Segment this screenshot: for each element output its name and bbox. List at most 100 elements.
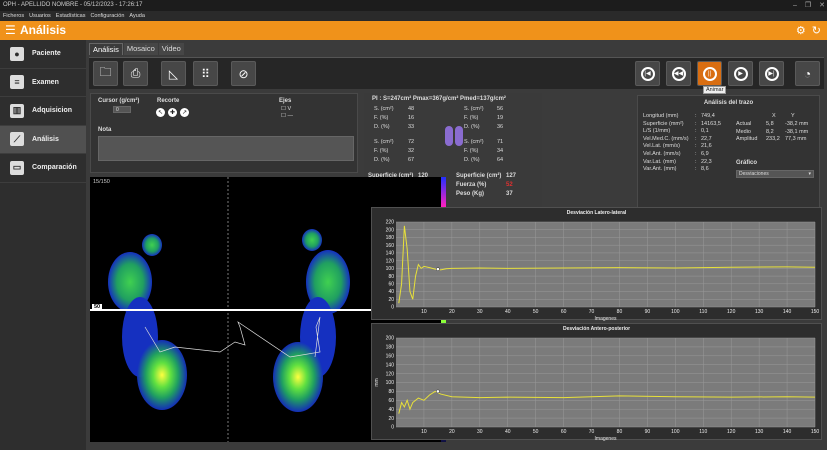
step-back-button[interactable]: ◀◀	[666, 61, 691, 86]
cut-mode-3-icon[interactable]: ↗	[180, 108, 189, 117]
refresh-icon[interactable]: ↻	[812, 24, 821, 37]
x-tick-label: 90	[645, 309, 651, 315]
x-tick-label: 110	[699, 309, 707, 315]
x-tick-label: 90	[645, 429, 651, 435]
ejes-v-checkbox[interactable]: ☐ V	[281, 106, 291, 112]
print-button[interactable]: ⎙	[123, 61, 148, 86]
x-tick-label: 120	[727, 429, 736, 435]
xy-label: Actual	[736, 121, 752, 127]
minimize-button[interactable]: –	[793, 0, 797, 11]
sidebar-item-examen[interactable]: ≡ Examen	[0, 69, 86, 97]
y-tick-label: 220	[386, 220, 395, 226]
y-tick-label: 100	[386, 380, 395, 386]
tab-video[interactable]: Video	[158, 43, 184, 55]
folder-icon: ▭	[10, 160, 24, 175]
trace-value: 22,3	[701, 158, 712, 165]
right-toe-region	[302, 229, 322, 251]
gauge-button[interactable]: ◔	[795, 61, 820, 86]
close-button[interactable]: ✕	[819, 0, 825, 11]
x-tick-label: 30	[477, 429, 483, 435]
open-folder-button[interactable]: 🗀	[93, 61, 118, 86]
tab-bar: Análisis Mosaico Video	[89, 43, 184, 55]
stat-value: 32	[408, 148, 415, 154]
sidebar-item-comparacion[interactable]: ▭ Comparación	[0, 154, 86, 183]
page-title: Análisis	[20, 23, 67, 37]
xy-value: -38,1 mm	[785, 128, 809, 135]
cursor-marker[interactable]	[436, 267, 440, 271]
tooltip: Animar	[703, 86, 727, 94]
window-title: OPH - APELLIDO NOMBRE - 05/12/2023 - 17:…	[3, 2, 143, 8]
skip-forward-button[interactable]: ▶|	[759, 61, 784, 86]
trace-label: Vel.Lat. (mm/s)	[643, 143, 680, 150]
nota-label: Nota	[98, 127, 112, 133]
ejes-h-checkbox[interactable]: ☐ —	[281, 113, 293, 119]
level-marker[interactable]: 50	[92, 304, 103, 310]
tab-analisis[interactable]: Análisis	[89, 43, 123, 55]
pause-button[interactable]: ||	[697, 61, 722, 86]
stat-value: 56	[497, 106, 504, 112]
x-tick-label: 10	[421, 309, 427, 315]
x-tick-label: 130	[755, 309, 764, 315]
pause-icon: ||	[702, 66, 717, 81]
x-axis-label: Imagenes	[595, 436, 617, 441]
menu-ayuda[interactable]: Ayuda	[129, 11, 145, 21]
y-tick-label: 120	[386, 258, 395, 264]
app-header: ☰ Análisis ⚙ ↻	[0, 21, 827, 40]
left-heel-region	[137, 340, 187, 410]
window-titlebar: OPH - APELLIDO NOMBRE - 05/12/2023 - 17:…	[0, 0, 827, 11]
x-tick-label: 60	[561, 309, 567, 315]
stat-label: Fuerza (%)	[456, 182, 487, 188]
acquisition-icon: ▥	[10, 103, 24, 118]
x-tick-label: 50	[533, 309, 539, 315]
sidebar-item-adquisicion[interactable]: ▥ Adquisicion	[0, 97, 86, 126]
grafico-select[interactable]: Desviaciones ▾	[736, 170, 814, 178]
menu-estadisticas[interactable]: Estadísticas	[56, 11, 86, 21]
x-tick-label: 140	[783, 429, 792, 435]
trace-label: Vel.Med.C. (mm/s)	[643, 135, 689, 142]
trace-separator: :	[695, 151, 697, 157]
y-tick-label: 180	[386, 235, 395, 241]
ruler-button[interactable]: ◺	[161, 61, 186, 86]
stat-value: 19	[497, 115, 504, 121]
xy-value: 8,2	[766, 128, 774, 135]
maximize-button[interactable]: ❐	[805, 0, 811, 11]
controls-panel: Cursor (g/cm²) 0 Recorte ↖ ✚ ↗ Ejes ☐ V …	[90, 93, 358, 173]
stat-value: 33	[408, 124, 415, 130]
footprints-button[interactable]: ⠿	[193, 61, 218, 86]
stat-label: D. (%)	[374, 157, 390, 163]
x-tick-label: 10	[421, 429, 427, 435]
open-folder-icon: 🗀	[99, 65, 112, 79]
stat-label: S. (cm²)	[374, 139, 394, 145]
cursor-input[interactable]: 0	[113, 106, 131, 113]
menu-ficheros[interactable]: Ficheros	[3, 11, 24, 21]
sidebar-item-analisis[interactable]: ⟋ Análisis	[0, 125, 86, 154]
skip-forward-icon: ▶|	[764, 66, 779, 81]
hamburger-menu-icon[interactable]: ☰	[5, 24, 16, 36]
trace-separator: :	[695, 158, 697, 165]
no-zoom-button[interactable]: ⊘	[231, 61, 256, 86]
cursor-marker[interactable]	[436, 389, 440, 394]
y-tick-label: 60	[388, 282, 394, 288]
chart-icon: ⟋	[10, 132, 24, 147]
stat-label: Peso (Kg)	[456, 191, 485, 197]
settings-gear-icon[interactable]: ⚙	[796, 24, 806, 37]
tab-mosaico[interactable]: Mosaico	[123, 43, 158, 55]
window-controls: – ❐ ✕	[793, 0, 825, 11]
cut-mode-2-icon[interactable]: ✚	[168, 108, 177, 117]
menu-usuarios[interactable]: Usuarios	[29, 11, 51, 21]
trace-value: 14163,5	[701, 120, 721, 127]
nota-textarea[interactable]	[98, 136, 354, 161]
step-forward-button[interactable]: ▶	[728, 61, 753, 86]
stat-label: D. (%)	[374, 124, 390, 130]
chart-latero-lateral: Desviación Latero-lateral 0 20 40 60 80 100 12…	[371, 207, 822, 322]
trace-label: L/S (1/mm)	[643, 128, 671, 135]
x-tick-label: 110	[699, 429, 707, 435]
y-tick-label: 140	[386, 251, 395, 257]
x-tick-label: 70	[589, 429, 595, 435]
y-col-header: Y	[791, 113, 795, 119]
menu-configuracion[interactable]: Configuración	[90, 11, 124, 21]
sidebar-item-paciente[interactable]: ● Paciente	[0, 40, 86, 69]
cut-mode-1-icon[interactable]: ↖	[156, 108, 165, 117]
x-axis-label: Imagenes	[595, 316, 617, 321]
skip-back-button[interactable]: |◀	[635, 61, 660, 86]
